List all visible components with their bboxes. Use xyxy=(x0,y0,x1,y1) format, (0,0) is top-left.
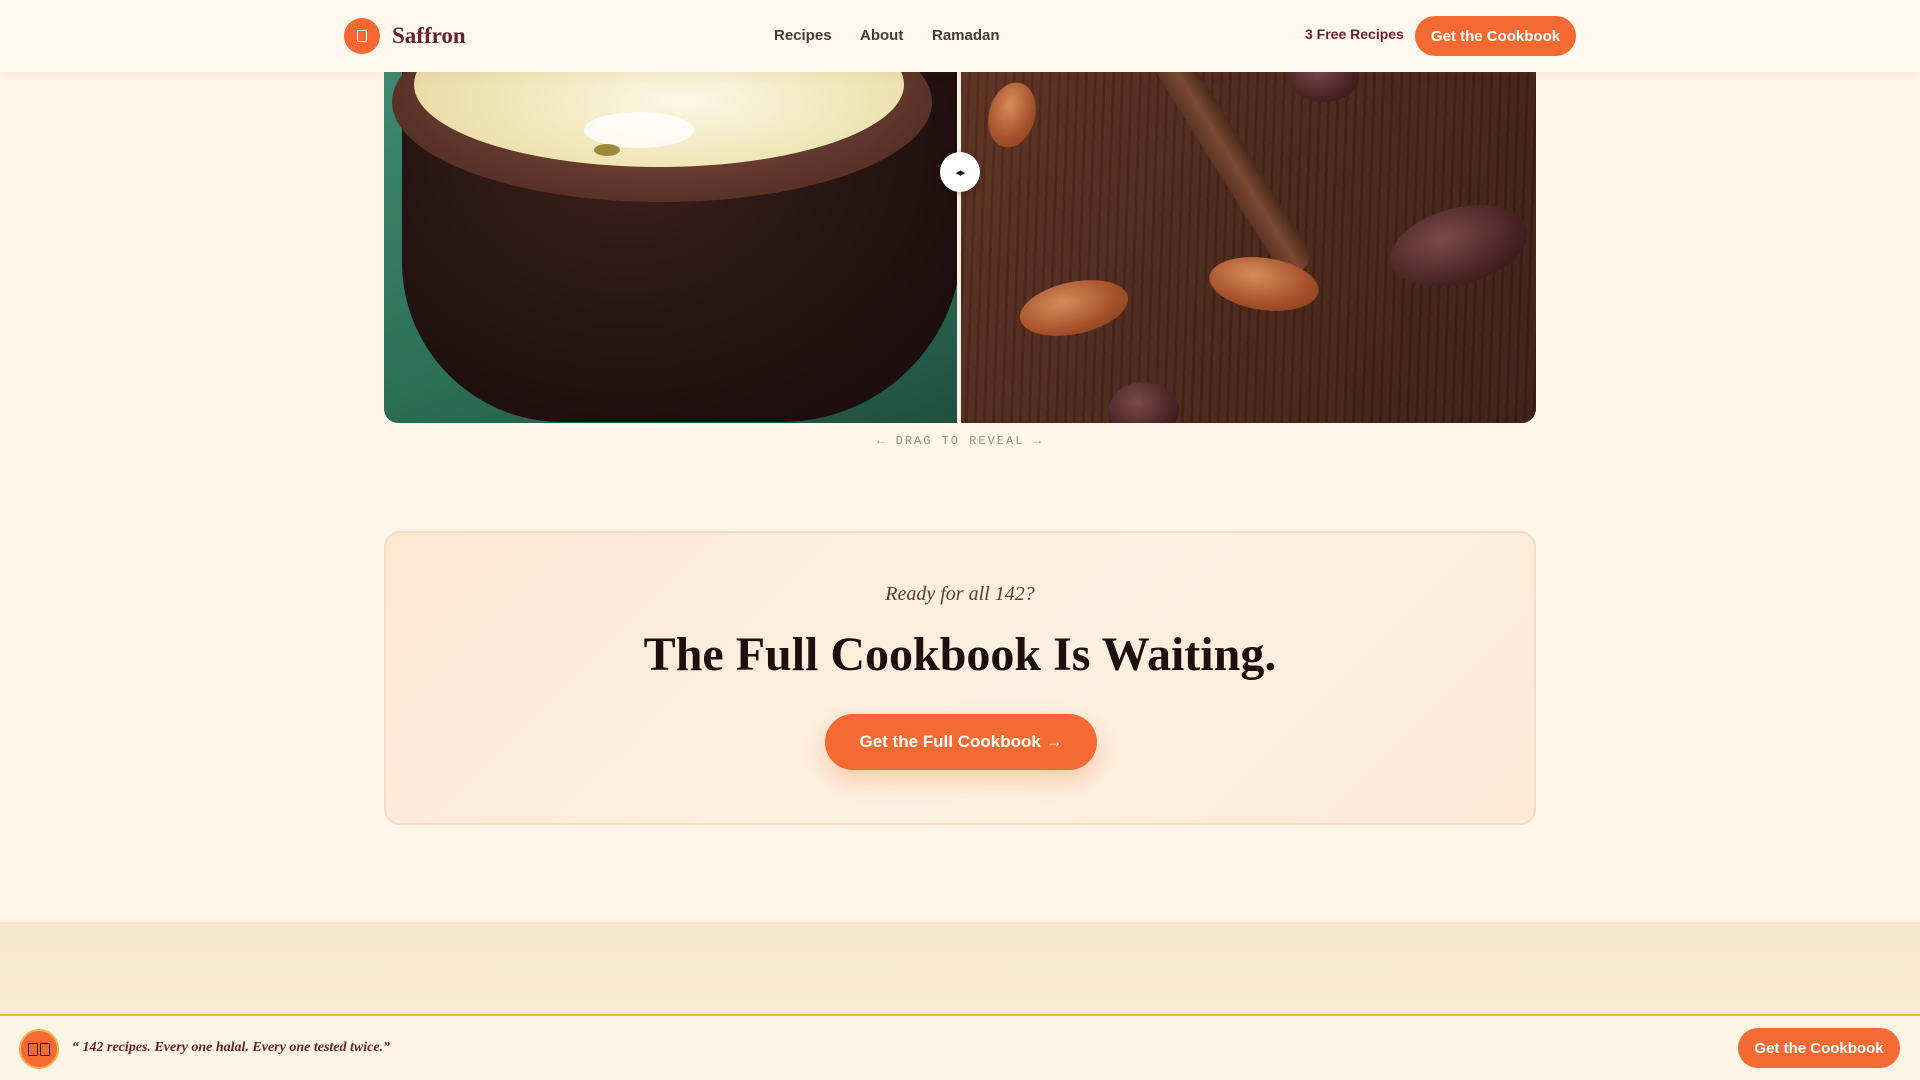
milk-foam xyxy=(584,112,694,148)
site-header: Saffron Recipes About Ramadan 3 Free Rec… xyxy=(0,0,1920,72)
cta-kicker: Ready for all 142? xyxy=(885,583,1035,605)
lower-section-band xyxy=(0,922,1920,1015)
get-full-cookbook-button[interactable]: Get the Full Cookbook → xyxy=(825,714,1097,770)
nav-item-ramadan[interactable]: Ramadan xyxy=(932,26,1000,46)
date-fruit xyxy=(1381,191,1536,301)
date-fruit xyxy=(1289,72,1359,102)
cinnamon-stick xyxy=(1137,72,1317,281)
cookbook-cta-card: Ready for all 142? The Full Cookbook Is … xyxy=(384,531,1536,825)
cookbook-icon[interactable] xyxy=(344,18,380,54)
nav-item-recipes[interactable]: Recipes xyxy=(774,26,832,46)
free-recipes-link[interactable]: 3 Free Recipes xyxy=(1305,24,1404,44)
almonds-dates-photo xyxy=(959,72,1536,423)
pistachio-garnish xyxy=(594,144,620,156)
drag-hint: ← DRAG TO REVEAL → xyxy=(877,434,1043,448)
open-book-icon xyxy=(19,1029,59,1069)
date-fruit xyxy=(1109,382,1179,423)
get-cookbook-button[interactable]: Get the Cookbook xyxy=(1415,16,1576,56)
sticky-get-cookbook-button[interactable]: Get the Cookbook xyxy=(1738,1028,1900,1068)
drag-arrows-icon[interactable]: ◂▸ xyxy=(940,152,980,192)
almond xyxy=(981,77,1043,153)
sticky-cta-bar: “ 142 recipes. Every one halal. Every on… xyxy=(0,1014,1920,1080)
compare-divider[interactable] xyxy=(957,72,961,423)
image-compare-slider[interactable]: ◂▸ xyxy=(384,72,1536,423)
nav-item-about[interactable]: About xyxy=(860,26,903,46)
milk-drink-photo xyxy=(384,72,962,423)
brand-name[interactable]: Saffron xyxy=(392,20,466,52)
almond xyxy=(1014,271,1134,345)
cta-title: The Full Cookbook Is Waiting. xyxy=(643,628,1277,681)
testimonial-quote: “ 142 recipes. Every one halal. Every on… xyxy=(72,1040,391,1055)
